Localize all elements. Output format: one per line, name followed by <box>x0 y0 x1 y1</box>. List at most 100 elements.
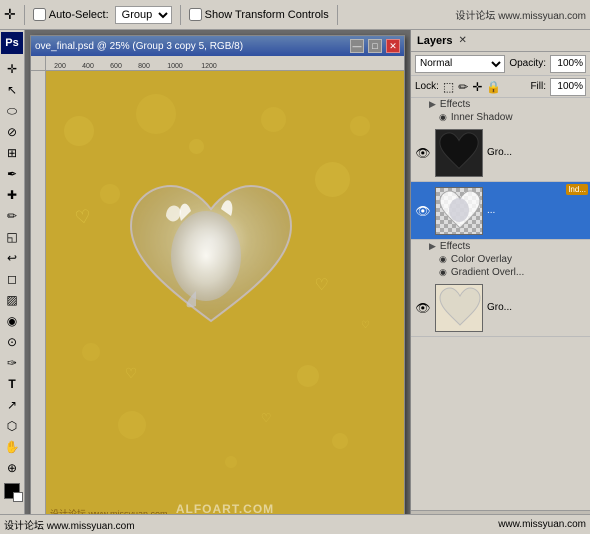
ps-logo: Ps <box>1 32 23 54</box>
background-color[interactable] <box>13 492 23 502</box>
blend-mode-select[interactable]: Normal <box>415 55 505 73</box>
ruler-horizontal: 200 400 600 800 1000 1200 <box>31 56 404 71</box>
minimize-button[interactable]: — <box>350 39 364 53</box>
bg-heart-1: ♡ <box>73 206 93 229</box>
auto-select-label: Auto-Select: <box>49 9 109 21</box>
dodge-tool[interactable]: ⊙ <box>2 332 22 352</box>
heart-svg <box>111 171 311 351</box>
history-tool[interactable]: ↩ <box>2 248 22 268</box>
lock-position-icon[interactable]: ✛ <box>472 80 482 94</box>
light-heart-layer-name: Gro... <box>487 302 586 313</box>
blend-mode-row: Normal Opacity: <box>411 52 590 76</box>
top-toolbar: ✛ Auto-Select: Group Show Transform Cont… <box>0 0 590 30</box>
stamp-tool[interactable]: ◱ <box>2 227 22 247</box>
foreground-color[interactable] <box>4 483 20 499</box>
ruler-vertical <box>31 71 46 524</box>
status-bar: 设计论坛 www.missyuan.com www.missyuan.com <box>0 514 590 534</box>
move-tool-icon[interactable]: ✛ <box>4 6 16 23</box>
dark-heart-thumbnail <box>435 129 483 177</box>
fx-badge: Ind... <box>566 184 588 195</box>
status-left: 设计论坛 www.missyuan.com <box>4 517 135 532</box>
layers-tab-close[interactable]: ✕ <box>458 35 466 46</box>
status-right: www.missyuan.com <box>498 519 586 530</box>
selected-layer-visibility-toggle[interactable]: 👁 <box>415 203 431 219</box>
bg-heart-3: ♡ <box>315 275 329 295</box>
hand-tool[interactable]: ✋ <box>2 437 22 457</box>
ruler-tick-800: 800 <box>130 63 158 70</box>
separator-2 <box>180 5 181 25</box>
lock-pixels-icon[interactable]: ✏ <box>458 80 468 94</box>
effects-text-2: Effects <box>440 241 470 252</box>
bg-heart-5: ♡ <box>361 320 370 331</box>
color-tools <box>4 483 20 499</box>
canvas-image-area[interactable]: ♡ ♡ ♡ ♡ ♡ <box>46 71 404 524</box>
canvas-title: ove_final.psd @ 25% (Group 3 copy 5, RGB… <box>35 41 346 52</box>
effects-label-1: ▶ Effects <box>411 98 590 111</box>
gradient-overlay-item: ◉ Gradient Overl... <box>411 266 590 279</box>
zoom-tool[interactable]: ⊕ <box>2 458 22 478</box>
effects-text-1: Effects <box>440 99 470 110</box>
eraser-tool[interactable]: ◻ <box>2 269 22 289</box>
crop-tool[interactable]: ⊞ <box>2 143 22 163</box>
blur-tool[interactable]: ◉ <box>2 311 22 331</box>
gradient-tool[interactable]: ▨ <box>2 290 22 310</box>
close-button[interactable]: ✕ <box>386 39 400 53</box>
light-heart-layer-row[interactable]: 👁 Gro... <box>411 279 590 337</box>
layers-panel: Layers ✕ Normal Opacity: Lock: ⬚ ✏ ✛ 🔒 F… <box>410 30 590 534</box>
light-heart-visibility-toggle[interactable]: 👁 <box>415 300 431 316</box>
transform-controls-checkbox[interactable] <box>189 8 202 21</box>
bg-heart-4: ♡ <box>261 411 272 425</box>
opacity-label: Opacity: <box>509 58 546 69</box>
canvas-window: ove_final.psd @ 25% (Group 3 copy 5, RGB… <box>30 35 405 525</box>
color-overlay-item: ◉ Color Overlay <box>411 253 590 266</box>
light-heart-thumbnail <box>435 284 483 332</box>
main-canvas-area: ove_final.psd @ 25% (Group 3 copy 5, RGB… <box>25 30 410 534</box>
canvas-background: ♡ ♡ ♡ ♡ ♡ <box>46 71 404 524</box>
separator-3 <box>337 5 338 25</box>
lock-row: Lock: ⬚ ✏ ✛ 🔒 Fill: <box>411 76 590 98</box>
separator-1 <box>24 5 25 25</box>
ruler-corner <box>31 56 46 71</box>
fill-label: Fill: <box>530 81 546 92</box>
auto-select-checkbox[interactable] <box>33 8 46 21</box>
heal-tool[interactable]: ✚ <box>2 185 22 205</box>
ruler-tick-400: 400 <box>74 63 102 70</box>
eyedropper-tool[interactable]: ✒ <box>2 164 22 184</box>
ruler-tick-200: 200 <box>46 63 74 70</box>
select-tool[interactable]: ↖ <box>2 80 22 100</box>
opacity-input[interactable] <box>550 55 586 73</box>
main-heart-container <box>111 171 311 351</box>
pen-tool[interactable]: ✑ <box>2 353 22 373</box>
lock-all-icon[interactable]: 🔒 <box>486 80 501 94</box>
brush-tool[interactable]: ✏ <box>2 206 22 226</box>
ruler-tick-1000: 1000 <box>158 63 192 70</box>
group-select[interactable]: Group <box>115 6 172 24</box>
dark-heart-layer-row[interactable]: 👁 Gro... <box>411 124 590 182</box>
fill-input[interactable] <box>550 78 586 96</box>
ruler-ticks: 200 400 600 800 1000 1200 <box>46 56 226 70</box>
transform-controls-group: Show Transform Controls <box>189 8 329 21</box>
selected-layer-name: ... <box>487 205 586 216</box>
text-tool[interactable]: T <box>2 374 22 394</box>
color-overlay-text: Color Overlay <box>451 254 512 265</box>
auto-select-group: Auto-Select: <box>33 8 109 21</box>
lock-label: Lock: <box>415 81 439 92</box>
dark-heart-visibility-toggle[interactable]: 👁 <box>415 145 431 161</box>
selected-layer-thumbnail <box>435 187 483 235</box>
layers-tab-label[interactable]: Layers <box>417 35 452 47</box>
dark-heart-layer-name: Gro... <box>487 147 586 158</box>
layers-tab: Layers ✕ <box>411 30 590 52</box>
maximize-button[interactable]: □ <box>368 39 382 53</box>
lasso-tool[interactable]: ⬭ <box>2 101 22 121</box>
inner-shadow-text: Inner Shadow <box>451 112 513 123</box>
lock-transparency-icon[interactable]: ⬚ <box>443 80 454 94</box>
bg-heart-2: ♡ <box>125 365 138 382</box>
path-select-tool[interactable]: ↗ <box>2 395 22 415</box>
move-tool[interactable]: ✛ <box>2 59 22 79</box>
gradient-overlay-text: Gradient Overl... <box>451 267 524 278</box>
site-top-text: 设计论坛 www.missyuan.com <box>455 7 586 22</box>
magic-wand-tool[interactable]: ⊘ <box>2 122 22 142</box>
ruler-tick-1200: 1200 <box>192 63 226 70</box>
shape-tool[interactable]: ⬡ <box>2 416 22 436</box>
selected-layer-row[interactable]: 👁 ... Ind... <box>411 182 590 240</box>
